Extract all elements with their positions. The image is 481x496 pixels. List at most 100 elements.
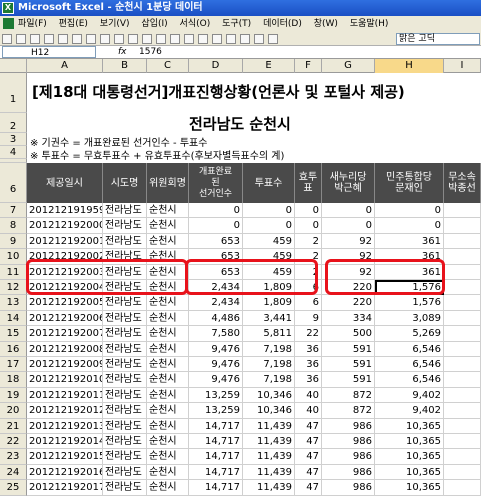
row-header-14[interactable]: 14 bbox=[0, 310, 27, 327]
cell-moon[interactable]: 361 bbox=[375, 233, 444, 250]
cell-timestamp[interactable]: 201212192005 bbox=[27, 295, 103, 311]
cell-province[interactable]: 전라남도 bbox=[103, 203, 147, 219]
cell-votes[interactable]: 11,439 bbox=[243, 464, 295, 481]
cell-park-js[interactable] bbox=[444, 464, 481, 481]
cell-valid[interactable]: 0 bbox=[295, 203, 322, 219]
cell-park-js[interactable] bbox=[444, 203, 481, 219]
cell-park-js[interactable] bbox=[444, 449, 481, 465]
cell-park[interactable]: 591 bbox=[322, 357, 375, 373]
row-header-17[interactable]: 17 bbox=[0, 357, 27, 373]
format-painter-icon[interactable] bbox=[128, 34, 138, 44]
row-header-3[interactable]: 3 bbox=[0, 133, 27, 146]
cell-timestamp[interactable]: 201212191959 bbox=[27, 203, 103, 219]
cell-valid[interactable]: 6 bbox=[295, 295, 322, 311]
menu-tools[interactable]: 도구(T) bbox=[222, 19, 251, 29]
cell-committee[interactable]: 순천시 bbox=[147, 418, 189, 434]
cell-province[interactable]: 전라남도 bbox=[103, 372, 147, 388]
cell-park-js[interactable] bbox=[444, 218, 481, 234]
cell-counted-voters[interactable]: 7,580 bbox=[189, 326, 243, 342]
cell-committee[interactable]: 순천시 bbox=[147, 449, 189, 465]
undo-icon[interactable] bbox=[142, 34, 152, 44]
cell-park[interactable]: 591 bbox=[322, 341, 375, 357]
row-header-21[interactable]: 21 bbox=[0, 418, 27, 434]
cell-valid[interactable]: 40 bbox=[295, 403, 322, 419]
help-icon[interactable] bbox=[268, 34, 278, 44]
cell-park-js[interactable] bbox=[444, 418, 481, 434]
cell-votes[interactable]: 459 bbox=[243, 233, 295, 250]
cell-valid[interactable]: 36 bbox=[295, 341, 322, 357]
cell-timestamp[interactable]: 201212192007 bbox=[27, 326, 103, 342]
cell-counted-voters[interactable]: 14,717 bbox=[189, 434, 243, 450]
cell-votes[interactable]: 11,439 bbox=[243, 449, 295, 465]
cell-counted-voters[interactable]: 14,717 bbox=[189, 418, 243, 434]
cell-moon[interactable]: 5,269 bbox=[375, 326, 444, 342]
menu-file[interactable]: 파일(F) bbox=[18, 19, 47, 29]
cell-votes[interactable]: 0 bbox=[243, 218, 295, 234]
cell-counted-voters[interactable]: 9,476 bbox=[189, 341, 243, 357]
cell-park[interactable]: 872 bbox=[322, 403, 375, 419]
print-icon[interactable] bbox=[44, 34, 54, 44]
cell-votes[interactable]: 11,439 bbox=[243, 480, 295, 496]
cell-moon[interactable]: 3,089 bbox=[375, 310, 444, 327]
cell-counted-voters[interactable]: 0 bbox=[189, 203, 243, 219]
cell-province[interactable]: 전라남도 bbox=[103, 387, 147, 404]
cell-park-js[interactable] bbox=[444, 310, 481, 327]
row-header-6[interactable]: 6 bbox=[0, 163, 27, 203]
cell-province[interactable]: 전라남도 bbox=[103, 449, 147, 465]
cell-votes[interactable]: 11,439 bbox=[243, 418, 295, 434]
cell-park-js[interactable] bbox=[444, 280, 481, 296]
row-header-20[interactable]: 20 bbox=[0, 403, 27, 419]
preview-icon[interactable] bbox=[58, 34, 68, 44]
cell-moon[interactable]: 1,576 bbox=[375, 295, 444, 311]
column-header-h[interactable]: H bbox=[375, 59, 444, 73]
cell-counted-voters[interactable]: 2,434 bbox=[189, 295, 243, 311]
open-icon[interactable] bbox=[16, 34, 26, 44]
cell-counted-voters[interactable]: 13,259 bbox=[189, 387, 243, 404]
row-header-18[interactable]: 18 bbox=[0, 372, 27, 388]
cell-valid[interactable]: 0 bbox=[295, 218, 322, 234]
row-header-24[interactable]: 24 bbox=[0, 464, 27, 481]
sort-desc-icon[interactable] bbox=[212, 34, 222, 44]
hyperlink-icon[interactable] bbox=[170, 34, 180, 44]
cell-park-js[interactable] bbox=[444, 233, 481, 250]
cell-valid[interactable]: 47 bbox=[295, 480, 322, 496]
cell-park[interactable]: 92 bbox=[322, 233, 375, 250]
cell-committee[interactable]: 순천시 bbox=[147, 403, 189, 419]
menu-insert[interactable]: 삽입(I) bbox=[141, 19, 167, 29]
cell-moon[interactable]: 0 bbox=[375, 218, 444, 234]
row-header-2[interactable]: 2 bbox=[0, 113, 27, 133]
cell-timestamp[interactable]: 201212192014 bbox=[27, 434, 103, 450]
cell-moon[interactable]: 10,365 bbox=[375, 418, 444, 434]
cell-park[interactable]: 986 bbox=[322, 418, 375, 434]
row-header-11[interactable]: 11 bbox=[0, 264, 27, 280]
cell-valid[interactable]: 47 bbox=[295, 464, 322, 481]
cell-moon[interactable]: 9,402 bbox=[375, 403, 444, 419]
cell-counted-voters[interactable]: 9,476 bbox=[189, 357, 243, 373]
cell-province[interactable]: 전라남도 bbox=[103, 418, 147, 434]
row-header-16[interactable]: 16 bbox=[0, 341, 27, 357]
row-header-1[interactable]: 1 bbox=[0, 73, 27, 113]
paste-icon[interactable] bbox=[114, 34, 124, 44]
menu-window[interactable]: 창(W) bbox=[314, 19, 338, 29]
cell-committee[interactable]: 순천시 bbox=[147, 203, 189, 219]
cell-park-js[interactable] bbox=[444, 357, 481, 373]
cell-valid[interactable]: 47 bbox=[295, 418, 322, 434]
name-box[interactable]: H12 bbox=[2, 46, 96, 58]
row-header-10[interactable]: 10 bbox=[0, 249, 27, 265]
cell-province[interactable]: 전라남도 bbox=[103, 295, 147, 311]
row-header-4[interactable]: 4 bbox=[0, 146, 27, 159]
cell-timestamp[interactable]: 201212192000 bbox=[27, 218, 103, 234]
fx-icon[interactable]: fx bbox=[118, 46, 127, 58]
column-header-c[interactable]: C bbox=[147, 59, 189, 73]
cell-park-js[interactable] bbox=[444, 434, 481, 450]
cell-committee[interactable]: 순천시 bbox=[147, 434, 189, 450]
cell-park[interactable]: 986 bbox=[322, 434, 375, 450]
cell-park[interactable]: 220 bbox=[322, 295, 375, 311]
cell-committee[interactable]: 순천시 bbox=[147, 326, 189, 342]
chart-icon[interactable] bbox=[226, 34, 236, 44]
column-header-b[interactable]: B bbox=[103, 59, 147, 73]
cell-committee[interactable]: 순천시 bbox=[147, 295, 189, 311]
zoom-icon[interactable] bbox=[254, 34, 264, 44]
menu-edit[interactable]: 편집(E) bbox=[59, 19, 88, 29]
cell-province[interactable]: 전라남도 bbox=[103, 403, 147, 419]
